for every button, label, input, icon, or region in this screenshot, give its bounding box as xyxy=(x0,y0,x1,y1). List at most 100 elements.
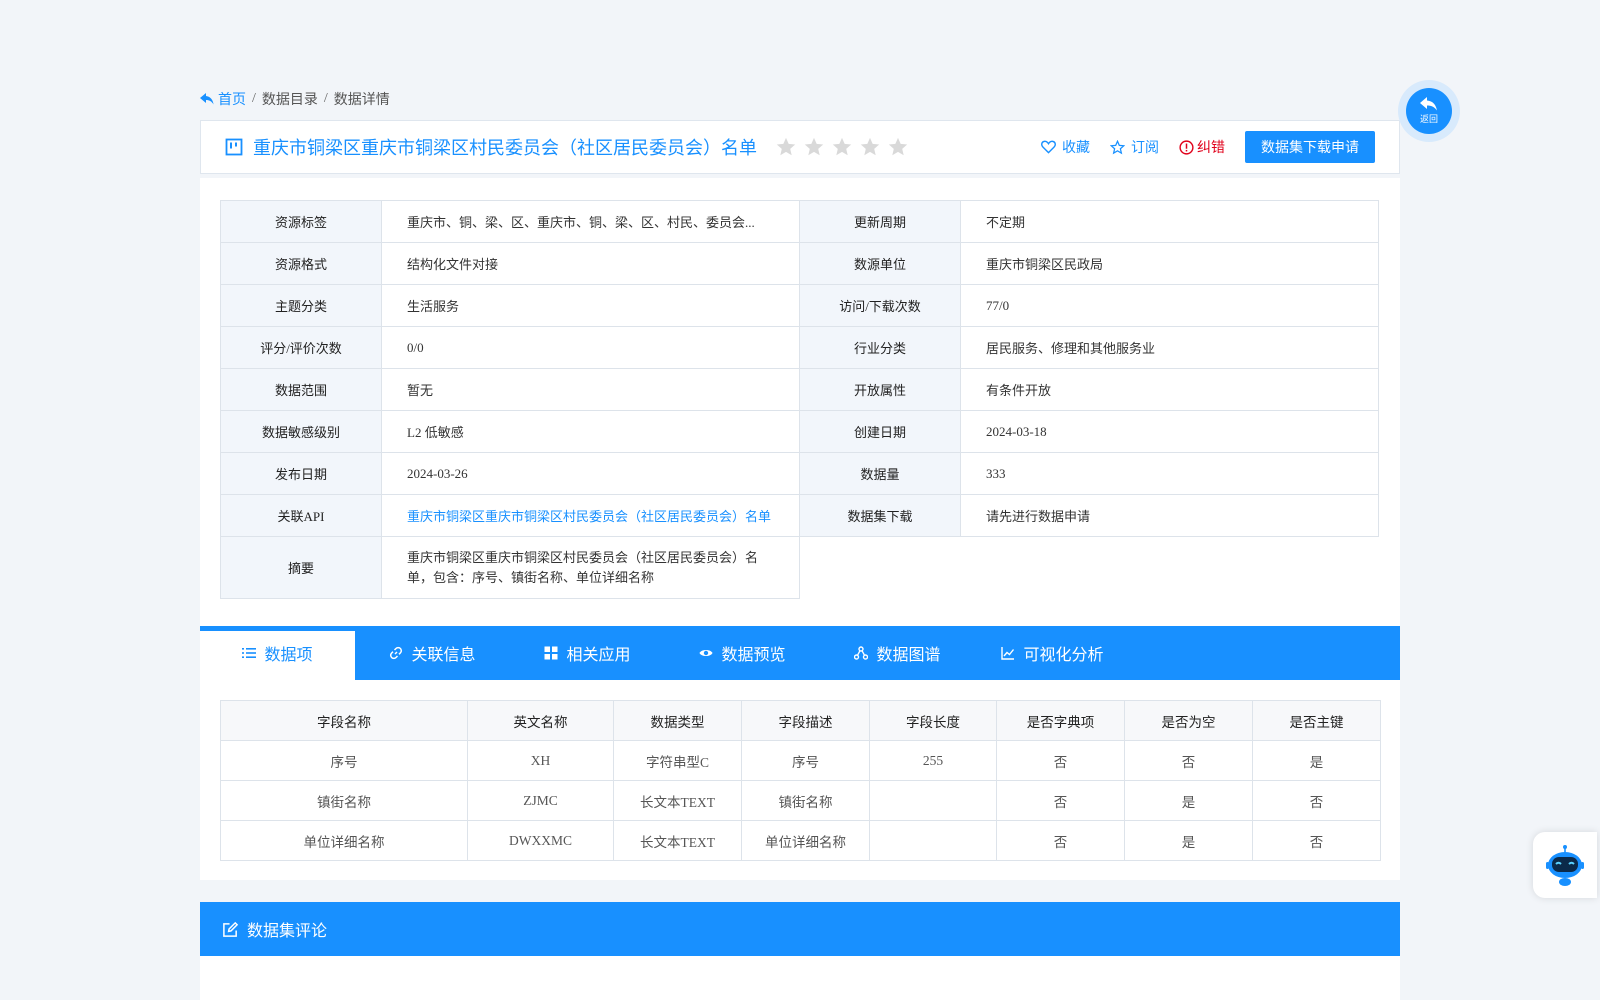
info-value: 生活服务 xyxy=(381,284,800,327)
info-key: 数据集下载 xyxy=(799,494,961,537)
info-value: 重庆市铜梁区民政局 xyxy=(960,242,1379,285)
breadcrumb-separator: / xyxy=(252,91,256,106)
detail-panel: 资源标签 重庆市、铜、梁、区、重庆市、铜、梁、区、村民、委员会... 更新周期 不定期… xyxy=(200,178,1400,880)
edit-icon xyxy=(223,921,239,937)
tab-label: 可视化分析 xyxy=(1023,647,1104,664)
table-cell: 镇街名称 xyxy=(741,780,870,821)
comments-title: 数据集评论 xyxy=(247,923,328,940)
tab-related-info[interactable]: 关联信息 xyxy=(355,626,510,680)
table-cell: 否 xyxy=(1252,780,1381,821)
info-value: 重庆市、铜、梁、区、重庆市、铜、梁、区、村民、委员会... xyxy=(381,200,800,243)
ai-assistant-button[interactable] xyxy=(1533,832,1597,898)
reply-arrow-icon xyxy=(200,93,214,105)
info-row: 主题分类 生活服务 访问/下载次数 77/0 xyxy=(220,284,1379,327)
table-cell: 是 xyxy=(1124,780,1253,821)
dataset-title: 重庆市铜梁区重庆市铜梁区村民委员会（社区居民委员会）名单 xyxy=(253,138,757,158)
info-table: 资源标签 重庆市、铜、梁、区、重庆市、铜、梁、区、村民、委员会... 更新周期 不定期… xyxy=(220,200,1379,599)
star-icon[interactable] xyxy=(775,136,797,158)
star-icon[interactable] xyxy=(831,136,853,158)
info-key: 创建日期 xyxy=(799,410,961,453)
column-header: 字段长度 xyxy=(869,700,997,741)
table-cell: XH xyxy=(467,740,614,781)
info-value: 不定期 xyxy=(960,200,1379,243)
table-cell: 255 xyxy=(869,740,997,781)
back-button[interactable]: 返回 xyxy=(1398,80,1460,142)
report-error-button[interactable]: 纠错 xyxy=(1179,137,1225,157)
info-key: 数据范围 xyxy=(220,368,382,411)
tab-label: 相关应用 xyxy=(566,647,631,664)
subscribe-label: 订阅 xyxy=(1131,141,1159,156)
robot-icon xyxy=(1546,845,1584,886)
breadcrumb-separator: / xyxy=(323,91,328,106)
back-label: 返回 xyxy=(1419,114,1438,124)
tab-data-preview[interactable]: 数据预览 xyxy=(665,626,820,680)
table-cell xyxy=(869,780,997,821)
info-value: 77/0 xyxy=(960,284,1379,327)
tab-data-items[interactable]: 数据项 xyxy=(200,626,355,680)
breadcrumb-home-label: 首页 xyxy=(218,93,246,108)
table-cell: 否 xyxy=(996,740,1125,781)
favorite-button[interactable]: 收藏 xyxy=(1041,137,1090,157)
info-value: 居民服务、修理和其他服务业 xyxy=(960,326,1379,369)
table-cell: 字符串型C xyxy=(613,740,742,781)
breadcrumb-current: 数据详情 xyxy=(333,93,390,108)
graph-icon xyxy=(854,646,869,660)
info-value: L2 低敏感 xyxy=(381,410,800,453)
info-row-summary: 摘要 重庆市铜梁区重庆市铜梁区村民委员会（社区居民委员会）名单，包含：序号、镇街名… xyxy=(220,536,1379,599)
table-cell: 否 xyxy=(1124,740,1253,781)
related-api-link[interactable]: 重庆市铜梁区重庆市铜梁区村民委员会（社区居民委员会）名单 xyxy=(381,494,800,537)
breadcrumb-home[interactable]: 首页 xyxy=(200,89,246,109)
star-icon[interactable] xyxy=(887,136,909,158)
info-row: 数据敏感级别 L2 低敏感 创建日期 2024-03-18 xyxy=(220,410,1379,453)
column-header: 字段描述 xyxy=(741,700,870,741)
info-row: 资源格式 结构化文件对接 数源单位 重庆市铜梁区民政局 xyxy=(220,242,1379,285)
table-row: 单位详细名称 DWXXMC 长文本TEXT 单位详细名称否是否 xyxy=(220,820,1381,861)
star-icon[interactable] xyxy=(803,136,825,158)
tab-label: 数据预览 xyxy=(721,647,786,664)
column-header: 是否主键 xyxy=(1252,700,1381,741)
table-cell: 单位详细名称 xyxy=(220,820,468,861)
detail-tabs: 数据项 关联信息 相关应用 数据预览 数据图谱 可视化分析 xyxy=(200,626,1400,680)
table-cell xyxy=(869,820,997,861)
tab-label: 关联信息 xyxy=(411,647,476,664)
tab-visual-analysis[interactable]: 可视化分析 xyxy=(975,626,1130,680)
tab-label: 数据项 xyxy=(264,647,313,664)
info-key: 行业分类 xyxy=(799,326,961,369)
info-value: 结构化文件对接 xyxy=(381,242,800,285)
info-value: 有条件开放 xyxy=(960,368,1379,411)
info-key: 评分/评价次数 xyxy=(220,326,382,369)
table-row: 序号 XH 字符串型C 序号 255 否否是 xyxy=(220,740,1381,781)
breadcrumb: 首页 / 数据目录 / 数据详情 xyxy=(200,88,1400,110)
list-icon xyxy=(242,648,257,658)
info-key: 资源格式 xyxy=(220,242,382,285)
column-header: 数据类型 xyxy=(613,700,742,741)
info-key: 主题分类 xyxy=(220,284,382,327)
info-key: 开放属性 xyxy=(799,368,961,411)
back-arrow-icon xyxy=(1420,97,1437,111)
info-value: 0/0 xyxy=(381,326,800,369)
info-row: 评分/评价次数 0/0 行业分类 居民服务、修理和其他服务业 xyxy=(220,326,1379,369)
info-value: 请先进行数据申请 xyxy=(960,494,1379,537)
table-cell: 是 xyxy=(1252,740,1381,781)
dataset-icon xyxy=(225,138,243,156)
info-key: 数据量 xyxy=(799,452,961,495)
info-row: 数据范围 暂无 开放属性 有条件开放 xyxy=(220,368,1379,411)
info-value: 2024-03-18 xyxy=(960,410,1379,453)
tab-related-apps[interactable]: 相关应用 xyxy=(510,626,665,680)
table-row: 镇街名称 ZJMC 长文本TEXT 镇街名称否是否 xyxy=(220,780,1381,821)
tab-data-graph[interactable]: 数据图谱 xyxy=(820,626,975,680)
column-header: 是否字典项 xyxy=(996,700,1125,741)
info-key: 更新周期 xyxy=(799,200,961,243)
star-icon[interactable] xyxy=(859,136,881,158)
breadcrumb-catalog[interactable]: 数据目录 xyxy=(262,89,318,109)
fields-table: 字段名称 英文名称 数据类型 字段描述 字段长度 是否字典项 是否为空 是否主键 序号 XH 字符… xyxy=(220,700,1381,861)
tab-label: 数据图谱 xyxy=(876,647,941,664)
back-button-inner: 返回 xyxy=(1406,88,1452,134)
info-row: 发布日期 2024-03-26 数据量 333 xyxy=(220,452,1379,495)
star-outline-icon xyxy=(1110,139,1125,154)
table-cell: 否 xyxy=(996,780,1125,821)
subscribe-button[interactable]: 订阅 xyxy=(1110,137,1159,157)
rating-stars[interactable] xyxy=(775,136,909,158)
apply-download-button[interactable]: 数据集下载申请 xyxy=(1245,131,1375,163)
info-key: 资源标签 xyxy=(220,200,382,243)
